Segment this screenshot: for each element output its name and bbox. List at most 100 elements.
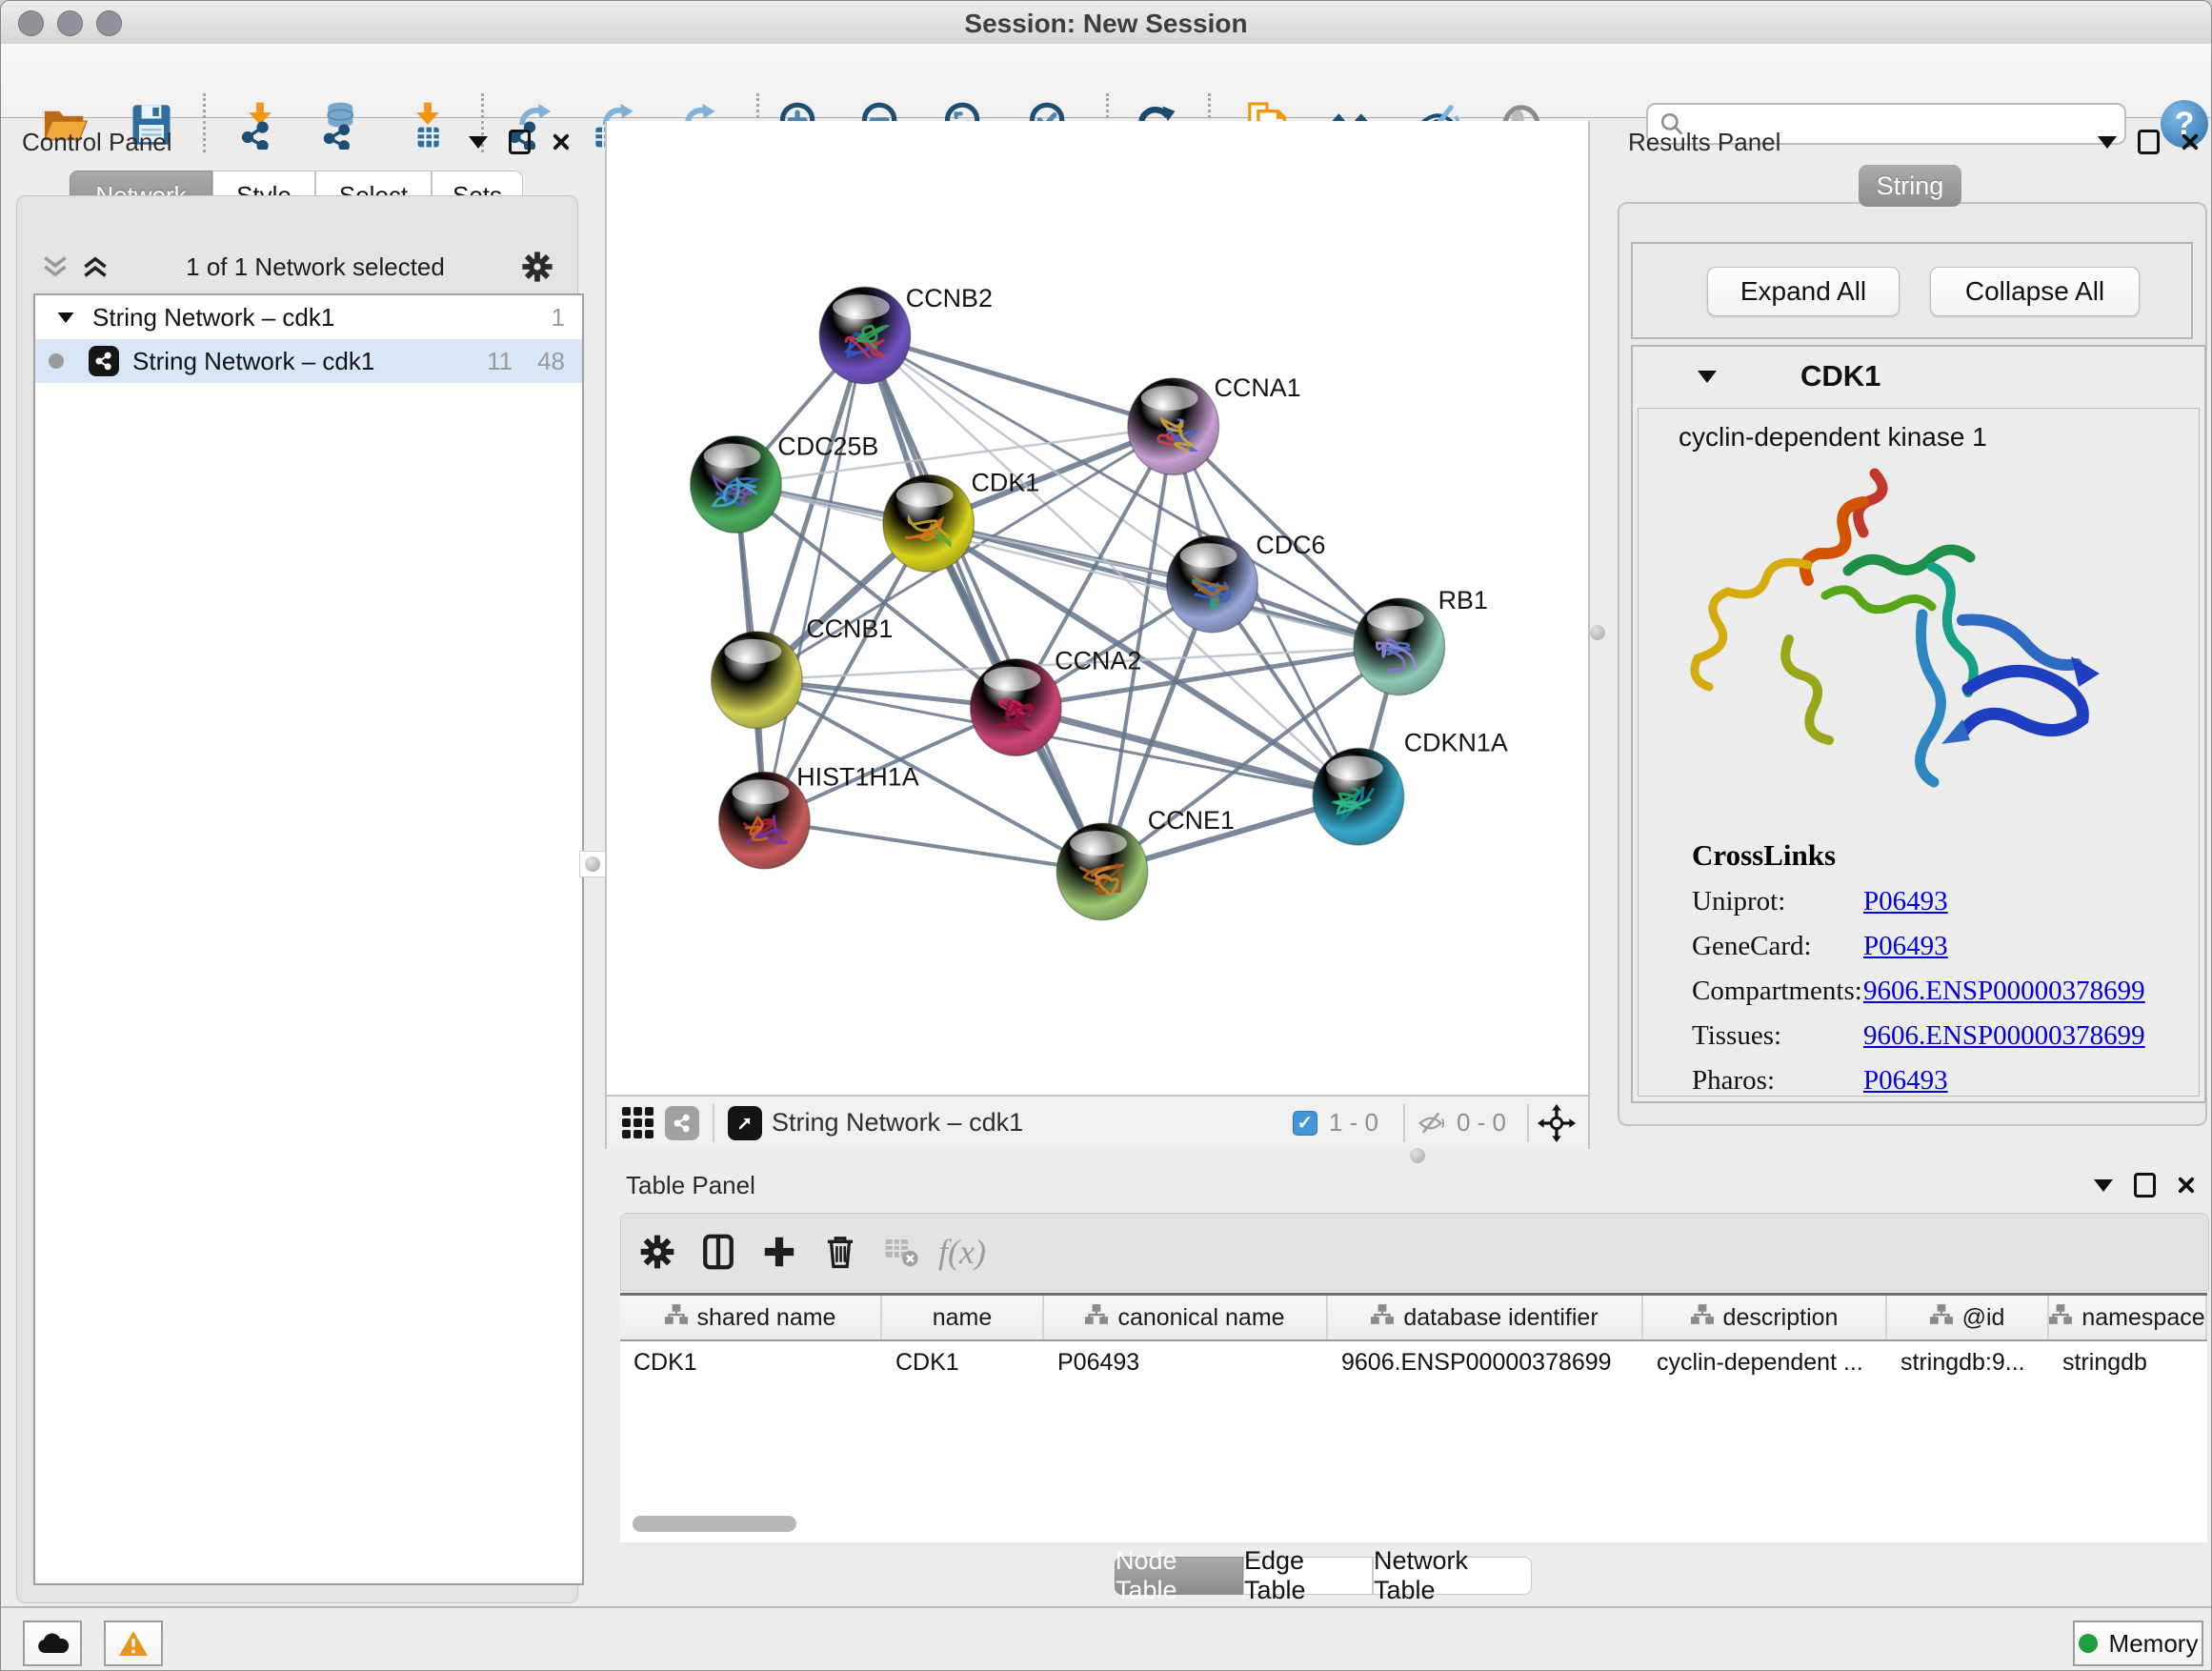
crosslink-label: Tissues: (1692, 1020, 1863, 1052)
table-cell[interactable]: cyclin-dependent ... (1643, 1341, 1887, 1383)
control-panel: Control Panel NetworkStyleSelectSets 1 o… (9, 121, 584, 1601)
tab-network-table[interactable]: Network Table (1373, 1557, 1532, 1595)
center-view-crosshair-icon[interactable] (1537, 1103, 1577, 1143)
tab-string[interactable]: String (1859, 165, 1961, 207)
node-label: CCNB2 (906, 284, 993, 312)
network-node-cdkn1a[interactable]: CDKN1A (1313, 728, 1508, 845)
network-canvas[interactable]: CCNB2 CCNA1 CDC25BCDK1 CDC6 RB1 CCNB1 CCNA2 CDK… (605, 121, 1590, 1095)
column-header-description[interactable]: description (1643, 1296, 1887, 1339)
network-row-selected[interactable]: String Network – cdk1 11 48 (35, 339, 582, 383)
crosslink-link[interactable]: 9606.ENSP00000378699 (1863, 1020, 2145, 1052)
node-label: CCNB1 (806, 614, 893, 643)
memory-button[interactable]: Memory (2073, 1621, 2203, 1666)
column-header-namespace[interactable]: namespace (2049, 1296, 2207, 1339)
table-cell[interactable]: CDK1 (882, 1341, 1044, 1383)
main-toolbar: ? (1, 44, 2211, 118)
panel-close-icon[interactable] (552, 132, 571, 151)
network-overview-icon[interactable] (665, 1106, 699, 1140)
network-node-ccna1[interactable]: CCNA1 (1128, 373, 1301, 475)
panel-float-icon[interactable] (2134, 1173, 2156, 1198)
network-node-ccna2[interactable]: CCNA2 (971, 647, 1142, 756)
network-node-ccnb1[interactable]: CCNB1 (712, 614, 894, 729)
selected-checkbox-icon[interactable]: ✓ (1293, 1111, 1317, 1136)
network-edge[interactable] (929, 523, 1399, 646)
node-label: RB1 (1438, 586, 1488, 614)
crosslink-link[interactable]: P06493 (1863, 886, 1948, 917)
column-header-database-identifier[interactable]: database identifier (1328, 1296, 1643, 1339)
table-horizontal-scrollbar[interactable] (633, 1516, 796, 1532)
panel-float-icon[interactable] (2138, 130, 2160, 154)
panel-menu-icon[interactable] (469, 136, 488, 149)
panel-close-icon[interactable] (2181, 132, 2200, 151)
left-splitter-handle[interactable] (579, 851, 606, 877)
collapse-all-button[interactable]: Collapse All (1930, 267, 2140, 316)
table-cell[interactable]: stringdb:9... (1887, 1341, 2049, 1383)
column-header-shared-name[interactable]: shared name (620, 1296, 882, 1339)
network-view-title: String Network – cdk1 (772, 1108, 1023, 1137)
network-edge[interactable] (865, 335, 1174, 427)
table-cell[interactable]: stringdb (2049, 1341, 2207, 1383)
node-label: CCNA2 (1055, 647, 1141, 675)
node-section-title: CDK1 (1800, 359, 1880, 393)
network-node-rb1[interactable]: RB1 (1354, 586, 1488, 695)
network-collection-row[interactable]: String Network – cdk1 1 (35, 295, 582, 339)
expand-all-chevrons-icon[interactable] (80, 254, 111, 279)
collection-expander-icon[interactable] (58, 312, 74, 322)
crosslinks-title: CrossLinks (1692, 838, 2199, 873)
crosslink-link[interactable]: P06493 (1863, 931, 1948, 962)
function-builder-icon: f(x) (932, 1225, 993, 1278)
table-panel: Table Panel f(x) (618, 1158, 2212, 1601)
network-edge[interactable] (764, 820, 1102, 872)
panel-close-icon[interactable] (2177, 1176, 2196, 1195)
network-node-cdc25b[interactable]: CDC25B (691, 433, 879, 534)
network-node-ccnb2[interactable]: CCNB2 (819, 284, 993, 384)
table-header-row: shared namenamecanonical namedatabase id… (620, 1296, 2207, 1341)
results-panel: Results Panel String Expand All Collapse… (1611, 121, 2212, 1131)
table-cell[interactable]: CDK1 (620, 1341, 882, 1383)
collapse-all-chevrons-icon[interactable] (40, 254, 70, 279)
crosslink-row: Pharos:P06493 (1692, 1065, 2199, 1097)
network-graph[interactable]: CCNB2 CCNA1 CDC25BCDK1 CDC6 RB1 CCNB1 CCNA2 CDK… (607, 121, 1588, 1091)
column-header--id[interactable]: @id (1887, 1296, 2049, 1339)
network-node-ccne1[interactable]: CCNE1 (1056, 806, 1235, 920)
node-section-header[interactable]: CDK1 (1633, 347, 2204, 406)
section-expander-icon[interactable] (1698, 371, 1717, 383)
birds-eye-view-icon[interactable] (622, 1107, 654, 1138)
table-cell[interactable]: P06493 (1044, 1341, 1328, 1383)
delete-columns-trash-icon[interactable] (810, 1225, 871, 1278)
protein-structure-image (1677, 453, 2124, 815)
show-columns-icon[interactable] (688, 1225, 749, 1278)
crosslink-row: GeneCard:P06493 (1692, 931, 2199, 962)
panel-menu-icon[interactable] (2098, 136, 2117, 149)
network-edge[interactable] (865, 335, 1102, 872)
cloud-button[interactable] (23, 1621, 82, 1666)
bottom-splitter-handle[interactable] (1410, 1148, 1425, 1163)
detach-view-icon[interactable] (728, 1106, 762, 1140)
right-splitter-handle[interactable] (1590, 625, 1605, 640)
warnings-button[interactable] (104, 1621, 163, 1666)
table-row[interactable]: CDK1CDK1P064939606.ENSP00000378699cyclin… (620, 1341, 2207, 1383)
expand-all-button[interactable]: Expand All (1707, 267, 1900, 316)
network-list: String Network – cdk1 1 String Network –… (33, 293, 584, 1585)
network-edge-count: 48 (537, 347, 565, 376)
crosslink-link[interactable]: P06493 (1863, 1065, 1948, 1097)
table-cell[interactable]: 9606.ENSP00000378699 (1328, 1341, 1643, 1383)
gear-icon[interactable] (520, 250, 554, 284)
network-edge[interactable] (764, 335, 865, 820)
column-header-name[interactable]: name (882, 1296, 1044, 1339)
network-label: String Network – cdk1 (132, 347, 487, 376)
network-node-hist1h1a[interactable]: HIST1H1A (719, 762, 919, 869)
create-column-plus-icon[interactable] (749, 1225, 810, 1278)
tab-node-table[interactable]: Node Table (1115, 1557, 1243, 1595)
column-header-canonical-name[interactable]: canonical name (1044, 1296, 1328, 1339)
delete-table-icon (871, 1225, 932, 1278)
table-settings-gear-icon[interactable] (627, 1225, 688, 1278)
crosslink-link[interactable]: 9606.ENSP00000378699 (1863, 976, 2145, 1007)
panel-float-icon[interactable] (509, 130, 531, 154)
crosslink-label: GeneCard: (1692, 931, 1863, 962)
network-node-cdc6[interactable]: CDC6 (1167, 531, 1326, 633)
panel-menu-icon[interactable] (2094, 1179, 2113, 1192)
control-panel-title: Control Panel (22, 128, 172, 157)
tab-edge-table[interactable]: Edge Table (1243, 1557, 1373, 1595)
network-node-cdk1[interactable]: CDK1 (883, 468, 1039, 572)
